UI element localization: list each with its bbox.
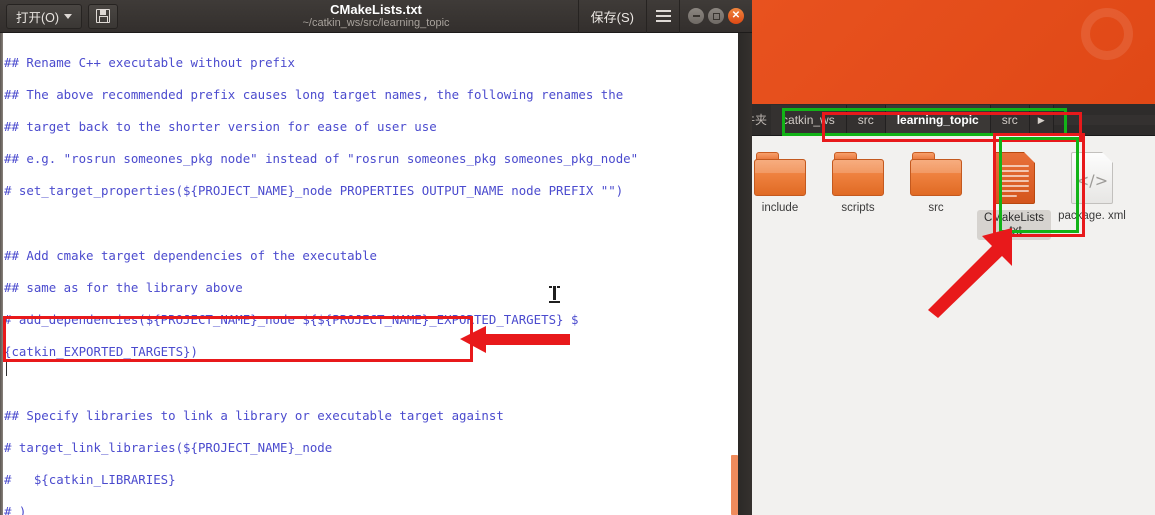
code-highlight-box [3,316,473,362]
editor-scrollbar-track[interactable] [738,33,752,515]
file-item-include[interactable]: include [741,148,819,215]
code-line: ## The above recommended prefix causes l… [4,87,624,103]
code-line: # target_link_libraries(${PROJECT_NAME}_… [4,440,333,456]
code-line: ## Add cmake target dependencies of the … [4,247,377,263]
gedit-window: 打开(O) CMakeLists.txt ~/catkin_ws/src/lea… [0,0,752,515]
folder-icon [832,152,884,196]
code-line: # ) [4,504,27,515]
minimize-icon[interactable] [688,8,704,24]
editor-scrollbar-thumb[interactable] [731,455,738,515]
editor-titlebar: 打开(O) CMakeLists.txt ~/catkin_ws/src/lea… [0,0,752,33]
arrow-to-file [928,228,1012,318]
window-controls: ✕ [680,8,752,24]
file-item-scripts[interactable]: scripts [819,148,897,215]
save-icon-button[interactable] [88,3,119,29]
ubuntu-ring-icon [1081,8,1133,60]
floppy-disk-icon [96,9,111,23]
folder-icon [910,152,962,196]
titlebar-right-group: 保存(S) ✕ [577,0,752,33]
file-item-label: include [761,202,799,214]
save-button[interactable]: 保存(S) [577,0,646,33]
open-file-button[interactable]: 打开(O) [6,3,83,29]
chevron-down-icon [64,13,73,19]
code-line: # set_target_properties(${PROJECT_NAME}_… [4,183,624,199]
code-text-area[interactable]: ## Rename C++ executable without prefix … [0,33,752,515]
code-line: ## target back to the shorter version fo… [4,119,437,135]
file-item-src[interactable]: src [897,148,975,215]
close-icon[interactable]: ✕ [728,8,744,24]
text-caret [6,361,7,376]
editor-left-border [0,33,3,515]
folder-icon [754,152,806,196]
file-item-label: src [928,202,944,214]
arrow-to-code [460,326,570,353]
open-file-label: 打开(O) [16,10,60,25]
code-line: ## same as for the library above [4,279,243,295]
cmakelists-inner-box [999,137,1079,233]
code-line: ## Specify libraries to link a library o… [4,408,504,424]
hamburger-menu-icon[interactable] [646,0,680,33]
code-line: ## Rename C++ executable without prefix [4,55,295,71]
code-line: ## e.g. "rosrun someones_pkg node" inste… [4,151,639,167]
mouse-ibeam-cursor [549,286,560,303]
code-line: # ${catkin_LIBRARIES} [4,472,176,488]
file-manager-icon-view[interactable]: include scripts src CMakeLists .txt </> … [741,136,1155,515]
file-item-label: scripts [841,202,875,214]
maximize-icon[interactable] [708,8,724,24]
